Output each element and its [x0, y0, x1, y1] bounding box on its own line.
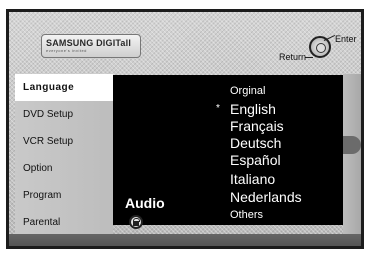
- menu-item-language[interactable]: Language: [15, 74, 113, 101]
- brand-name: SAMSUNG DIGITall: [46, 38, 132, 48]
- menu-item-program[interactable]: Program: [15, 182, 113, 209]
- option-francais[interactable]: Français: [230, 118, 284, 134]
- brand-logo: SAMSUNG DIGITall everyone's invited: [41, 34, 141, 58]
- lock-body: [133, 221, 139, 226]
- menu-item-parental[interactable]: Parental: [15, 209, 113, 236]
- right-knob: [343, 136, 361, 154]
- osd-header: SAMSUNG DIGITall everyone's invited Ente…: [9, 12, 361, 70]
- menu-item-vcr-setup[interactable]: VCR Setup: [15, 128, 113, 155]
- remote-dial-center: [316, 43, 326, 53]
- submenu-label: Audio: [125, 195, 165, 211]
- option-espanol[interactable]: Español: [230, 152, 281, 168]
- option-original[interactable]: Orginal: [230, 85, 265, 97]
- option-english[interactable]: * English: [216, 101, 276, 117]
- main-menu: Language DVD Setup VCR Setup Option Prog…: [15, 74, 113, 234]
- return-callout-line: [305, 57, 313, 58]
- option-nederlands[interactable]: Nederlands: [230, 189, 302, 205]
- option-italiano[interactable]: Italiano: [230, 171, 275, 187]
- selected-marker: *: [216, 103, 220, 114]
- enter-label: Enter: [335, 34, 357, 44]
- bottom-strip: [9, 234, 361, 246]
- menu-item-option[interactable]: Option: [15, 155, 113, 182]
- brand-tagline: everyone's invited: [46, 48, 87, 53]
- lock-icon: [129, 215, 143, 229]
- return-label: Return: [279, 52, 307, 62]
- screen: SAMSUNG DIGITall everyone's invited Ente…: [0, 0, 374, 263]
- enter-callout-line: [323, 34, 336, 41]
- option-english-label: English: [230, 101, 276, 117]
- option-others[interactable]: Others: [230, 209, 263, 221]
- osd-frame: SAMSUNG DIGITall everyone's invited Ente…: [6, 9, 364, 249]
- option-deutsch[interactable]: Deutsch: [230, 135, 281, 151]
- menu-item-dvd-setup[interactable]: DVD Setup: [15, 101, 113, 128]
- right-band: [343, 74, 361, 234]
